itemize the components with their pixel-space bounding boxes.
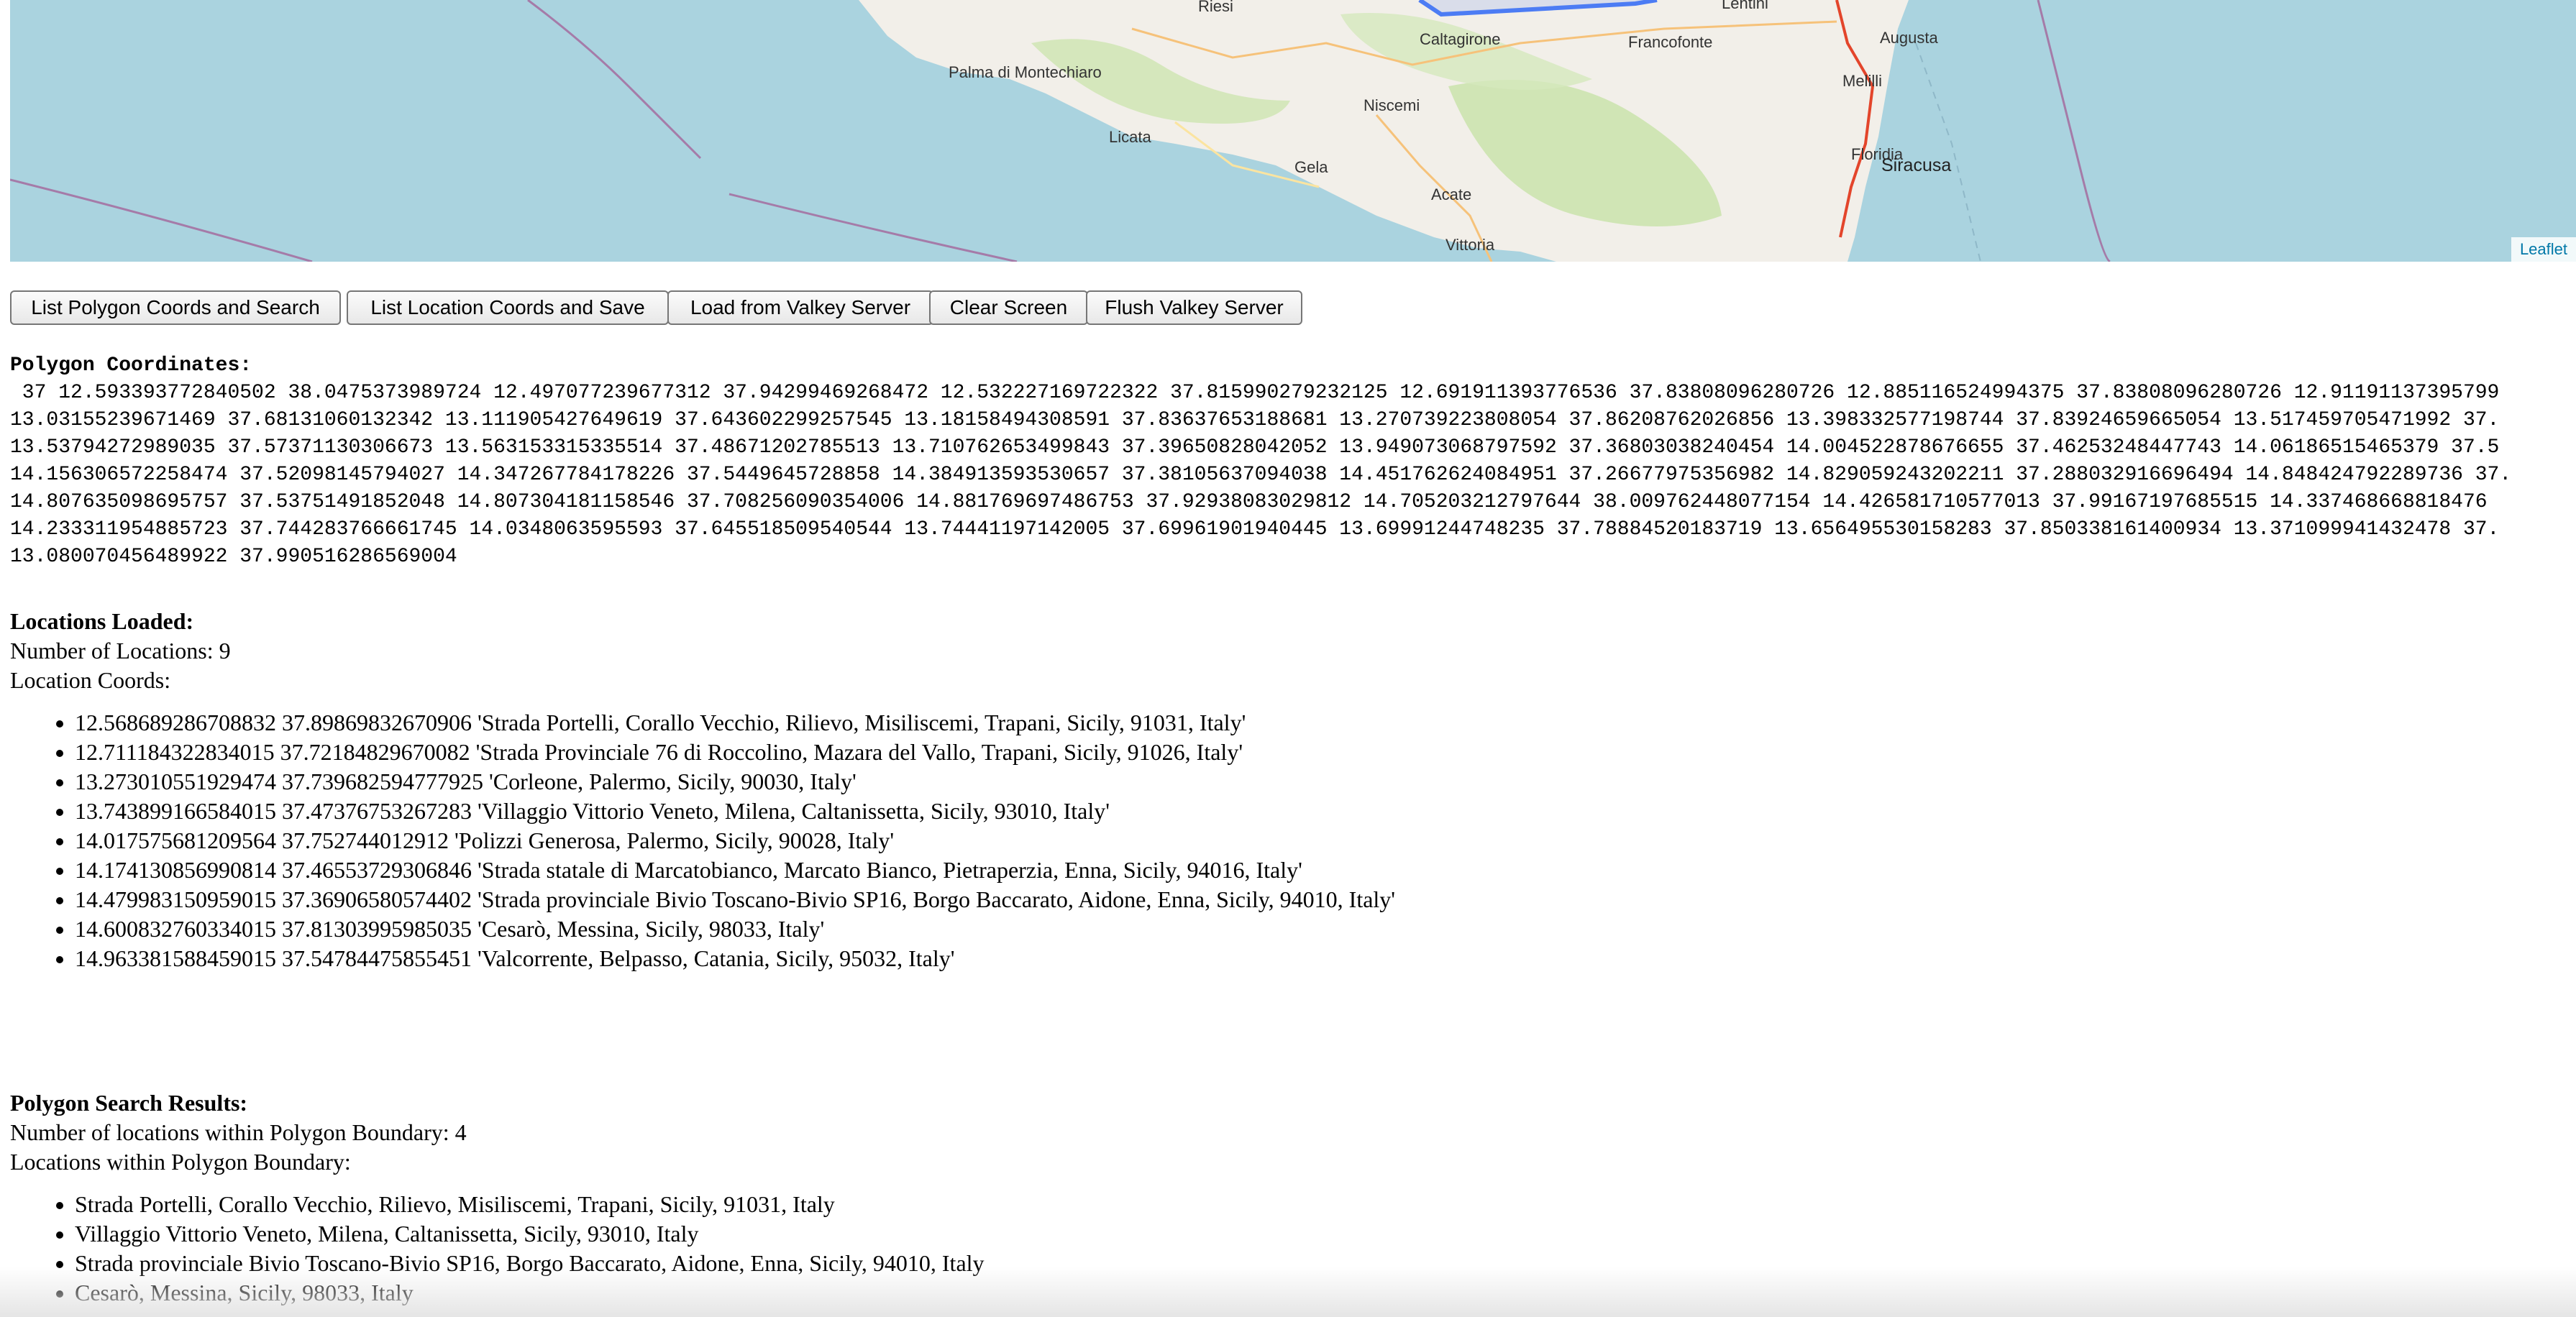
place-label: Siracusa <box>1881 155 1951 175</box>
maritime-boundary <box>10 178 313 262</box>
locations-count: Number of Locations: 9 <box>10 638 231 664</box>
place-label: Augusta <box>1880 29 1938 47</box>
load-from-valkey-button[interactable]: Load from Valkey Server <box>667 290 933 325</box>
location-list: 12.568689286708832 37.89869832670906 'St… <box>10 708 2576 973</box>
results-panel: Polygon Coordinates: 37 12.5933937728405… <box>10 352 2576 1308</box>
maritime-boundary <box>2037 0 2111 262</box>
place-label: Melilli <box>1842 72 1882 90</box>
search-result-list: Strada Portelli, Corallo Vecchio, Riliev… <box>10 1190 2576 1308</box>
list-item: Cesarò, Messina, Sicily, 98033, Italy <box>75 1278 2576 1308</box>
place-label: Palma di Montechiaro <box>949 63 1102 81</box>
place-label: Caltagirone <box>1420 30 1501 48</box>
place-label: Vittoria <box>1445 236 1495 254</box>
map-tiles: Riesi Lentini Caltagirone Francofonte Au… <box>10 0 2111 262</box>
polygon-coords-heading: Polygon Coordinates: <box>10 354 252 377</box>
polygon-coords-line: 14.807635098695757 37.53751491852048 14.… <box>10 491 2500 513</box>
search-count: Number of locations within Polygon Bound… <box>10 1119 467 1145</box>
map-attribution-link[interactable]: Leaflet <box>2511 237 2576 262</box>
maritime-boundary <box>729 193 1018 262</box>
list-item: 12.568689286708832 37.89869832670906 'St… <box>75 708 2576 738</box>
place-label: Niscemi <box>1364 96 1420 114</box>
list-location-coords-button[interactable]: List Location Coords and Save <box>347 290 669 325</box>
polygon-search-heading: Polygon Search Results: <box>10 1090 248 1116</box>
list-item: Strada Portelli, Corallo Vecchio, Riliev… <box>75 1190 2576 1219</box>
list-item: 12.711184322834015 37.72184829670082 'St… <box>75 738 2576 767</box>
list-item: 14.017575681209564 37.752744012912 'Poli… <box>75 826 2576 855</box>
polygon-coords-line: 13.53794272989035 37.57371130306673 13.5… <box>10 436 2500 459</box>
list-item: 14.174130856990814 37.46553729306846 'St… <box>75 855 2576 885</box>
list-item: 14.479983150959015 37.36906580574402 'St… <box>75 885 2576 914</box>
list-item: 13.743899166584015 37.47376753267283 'Vi… <box>75 797 2576 826</box>
place-label: Francofonte <box>1628 33 1712 51</box>
polygon-coords-line: 14.233311954885723 37.744283766661745 14… <box>10 518 2500 541</box>
list-polygon-coords-button[interactable]: List Polygon Coords and Search <box>10 290 341 325</box>
place-label: Licata <box>1109 128 1151 146</box>
list-item: 14.600832760334015 37.81303995985035 'Ce… <box>75 914 2576 944</box>
clear-screen-button[interactable]: Clear Screen <box>929 290 1088 325</box>
polygon-coords-line: 13.080070456489922 37.990516286569004 <box>10 546 457 568</box>
map-view[interactable]: Riesi Lentini Caltagirone Francofonte Au… <box>10 0 2576 262</box>
location-coords-label: Location Coords: <box>10 667 171 693</box>
place-label: Lentini <box>1722 0 1768 12</box>
maritime-line <box>1915 42 1981 262</box>
locations-loaded-heading: Locations Loaded: <box>10 608 194 634</box>
polygon-coords-line: 13.03155239671469 37.68131060132342 13.1… <box>10 409 2500 431</box>
within-boundary-label: Locations within Polygon Boundary: <box>10 1149 351 1175</box>
polygon-coords-line: 37 12.593393772840502 38.0475373989724 1… <box>10 382 2500 404</box>
list-item: 13.273010551929474 37.739682594777925 'C… <box>75 767 2576 797</box>
place-label: Riesi <box>1198 0 1233 15</box>
flush-valkey-button[interactable]: Flush Valkey Server <box>1086 290 1302 325</box>
list-item: Villaggio Vittorio Veneto, Milena, Calta… <box>75 1219 2576 1249</box>
place-label: Gela <box>1294 158 1328 176</box>
maritime-boundary <box>527 0 702 160</box>
polygon-coords-line: 14.156306572258474 37.52098145794027 14.… <box>10 464 2512 486</box>
list-item: Strada provinciale Bivio Toscano-Bivio S… <box>75 1249 2576 1278</box>
place-label: Acate <box>1431 185 1471 203</box>
list-item: 14.963381588459015 37.54784475855451 'Va… <box>75 944 2576 973</box>
